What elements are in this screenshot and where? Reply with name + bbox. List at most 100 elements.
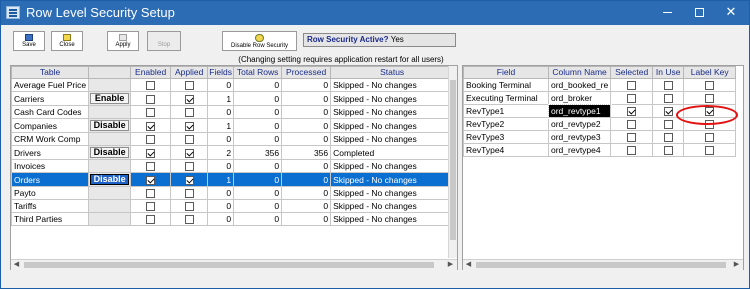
tables-vertical-scroll-thumb[interactable]	[450, 80, 456, 240]
table-row[interactable]: Invoices 0 0 0 Skipped - No changes	[10, 159, 455, 173]
label-key-checkbox[interactable]	[705, 107, 715, 117]
selected-checkbox[interactable]	[627, 133, 637, 143]
col-header-processed[interactable]: Processed	[281, 66, 332, 79]
enabled-checkbox[interactable]	[146, 121, 156, 131]
table-row[interactable]: Tariffs 0 0 0 Skipped - No changes	[10, 199, 455, 213]
save-button[interactable]: Save	[13, 31, 45, 51]
disable-button[interactable]: Disable	[90, 174, 130, 185]
fields-horizontal-scroll-thumb[interactable]	[476, 262, 726, 268]
tables-horizontal-scroll-thumb[interactable]	[24, 262, 434, 268]
disable-button[interactable]: Disable	[90, 147, 130, 158]
col-header-status[interactable]: Status	[330, 66, 455, 79]
enabled-checkbox-cell	[130, 145, 172, 160]
table-row[interactable]: Drivers Disable 2 356 356 Completed	[10, 145, 455, 160]
in-use-checkbox[interactable]	[663, 81, 673, 91]
selected-checkbox[interactable]	[627, 94, 637, 104]
in-use-checkbox[interactable]	[663, 94, 673, 104]
label-key-checkbox[interactable]	[705, 120, 715, 130]
in-use-checkbox[interactable]	[663, 133, 673, 143]
selected-checkbox[interactable]	[627, 146, 637, 156]
field-row[interactable]: Booking Terminal ord_booked_re	[463, 78, 737, 92]
enabled-checkbox[interactable]	[146, 162, 156, 172]
fields-horizontal-scrollbar[interactable]: ◀ ▶	[463, 259, 743, 270]
col-header-fields[interactable]: Fields	[207, 66, 235, 79]
label-key-checkbox[interactable]	[705, 133, 715, 143]
selected-checkbox[interactable]	[627, 81, 637, 91]
applied-checkbox[interactable]	[184, 135, 194, 145]
in-use-checkbox[interactable]	[663, 107, 673, 117]
field-row[interactable]: RevType3 ord_revtype3	[463, 130, 737, 144]
column-name[interactable]: ord_revtype2	[547, 117, 612, 131]
minimize-button[interactable]	[651, 1, 683, 25]
fields-table: Field Column Name Selected In Use Label …	[463, 66, 737, 157]
applied-checkbox[interactable]	[184, 189, 194, 199]
scroll-left-icon[interactable]: ◀	[11, 260, 22, 270]
apply-button[interactable]: Apply	[107, 31, 139, 51]
col-header-table[interactable]: Table	[10, 66, 90, 79]
col-header-in-use[interactable]: In Use	[652, 66, 685, 79]
applied-checkbox[interactable]	[184, 202, 194, 212]
maximize-button[interactable]	[683, 1, 715, 25]
enabled-checkbox[interactable]	[146, 108, 156, 118]
col-header-label-key[interactable]: Label Key	[683, 66, 737, 79]
disable-row-security-button[interactable]: Disable Row Security	[222, 31, 297, 51]
table-row[interactable]: Payto 0 0 0 Skipped - No changes	[10, 186, 455, 200]
enabled-checkbox[interactable]	[146, 189, 156, 199]
table-row[interactable]: Third Parties 0 0 0 Skipped - No changes	[10, 212, 455, 226]
scroll-left-icon[interactable]: ◀	[463, 260, 474, 270]
col-header-selected[interactable]: Selected	[610, 66, 654, 79]
table-row[interactable]: Orders Disable 1 0 0 Skipped - No changes	[10, 172, 455, 187]
table-row[interactable]: Average Fuel Price 0 0 0 Skipped - No change…	[10, 78, 455, 92]
column-name[interactable]: ord_revtype4	[547, 143, 612, 157]
scroll-right-icon[interactable]: ▶	[445, 260, 456, 270]
applied-checkbox[interactable]	[184, 175, 194, 185]
tables-horizontal-scrollbar[interactable]: ◀ ▶	[11, 259, 457, 270]
field-row[interactable]: Executing Terminal ord_broker	[463, 91, 737, 105]
applied-checkbox[interactable]	[184, 94, 194, 104]
stop-button[interactable]: Stop	[147, 31, 181, 51]
in-use-checkbox[interactable]	[663, 120, 673, 130]
field-row[interactable]: RevType1 ord_revtype1	[463, 103, 737, 119]
col-header-action[interactable]	[88, 66, 132, 79]
column-name[interactable]: ord_booked_re	[547, 78, 612, 92]
table-row[interactable]: CRM Work Comp 0 0 0 Skipped - No changes	[10, 132, 455, 146]
enabled-checkbox[interactable]	[146, 215, 156, 225]
close-button[interactable]: Close	[51, 31, 83, 51]
applied-checkbox[interactable]	[184, 162, 194, 172]
disable-button[interactable]: Disable	[90, 120, 130, 131]
selected-checkbox[interactable]	[627, 107, 637, 117]
enabled-checkbox[interactable]	[146, 135, 156, 145]
enabled-checkbox[interactable]	[146, 175, 156, 185]
table-row[interactable]: Carriers Enable 1 0 0 Skipped - No changes	[10, 91, 455, 106]
enabled-checkbox[interactable]	[146, 81, 156, 91]
applied-checkbox[interactable]	[184, 215, 194, 225]
col-header-field[interactable]: Field	[463, 66, 549, 79]
field-row[interactable]: RevType2 ord_revtype2	[463, 117, 737, 131]
close-window-button[interactable]: ✕	[715, 1, 747, 25]
selected-checkbox[interactable]	[627, 120, 637, 130]
in-use-checkbox[interactable]	[663, 146, 673, 156]
enabled-checkbox[interactable]	[146, 148, 156, 158]
column-name[interactable]: ord_broker	[547, 91, 612, 105]
col-header-total-rows[interactable]: Total Rows	[233, 66, 283, 79]
table-row[interactable]: Cash Card Codes 0 0 0 Skipped - No changes	[10, 105, 455, 119]
col-header-applied[interactable]: Applied	[170, 66, 209, 79]
applied-checkbox[interactable]	[184, 121, 194, 131]
col-header-column-name[interactable]: Column Name	[547, 66, 612, 79]
tables-vertical-scrollbar[interactable]	[448, 66, 457, 258]
table-row[interactable]: Companies Disable 1 0 0 Skipped - No changes	[10, 118, 455, 133]
applied-checkbox[interactable]	[184, 148, 194, 158]
field-row[interactable]: RevType4 ord_revtype4	[463, 143, 737, 157]
label-key-checkbox[interactable]	[705, 94, 715, 104]
label-key-checkbox[interactable]	[705, 81, 715, 91]
applied-checkbox[interactable]	[184, 81, 194, 91]
col-header-enabled[interactable]: Enabled	[130, 66, 172, 79]
column-name[interactable]: ord_revtype1	[547, 103, 612, 119]
column-name[interactable]: ord_revtype3	[547, 130, 612, 144]
applied-checkbox[interactable]	[184, 108, 194, 118]
enabled-checkbox[interactable]	[146, 94, 156, 104]
scroll-right-icon[interactable]: ▶	[731, 260, 742, 270]
enabled-checkbox[interactable]	[146, 202, 156, 212]
enable-button[interactable]: Enable	[90, 93, 130, 104]
label-key-checkbox[interactable]	[705, 146, 715, 156]
